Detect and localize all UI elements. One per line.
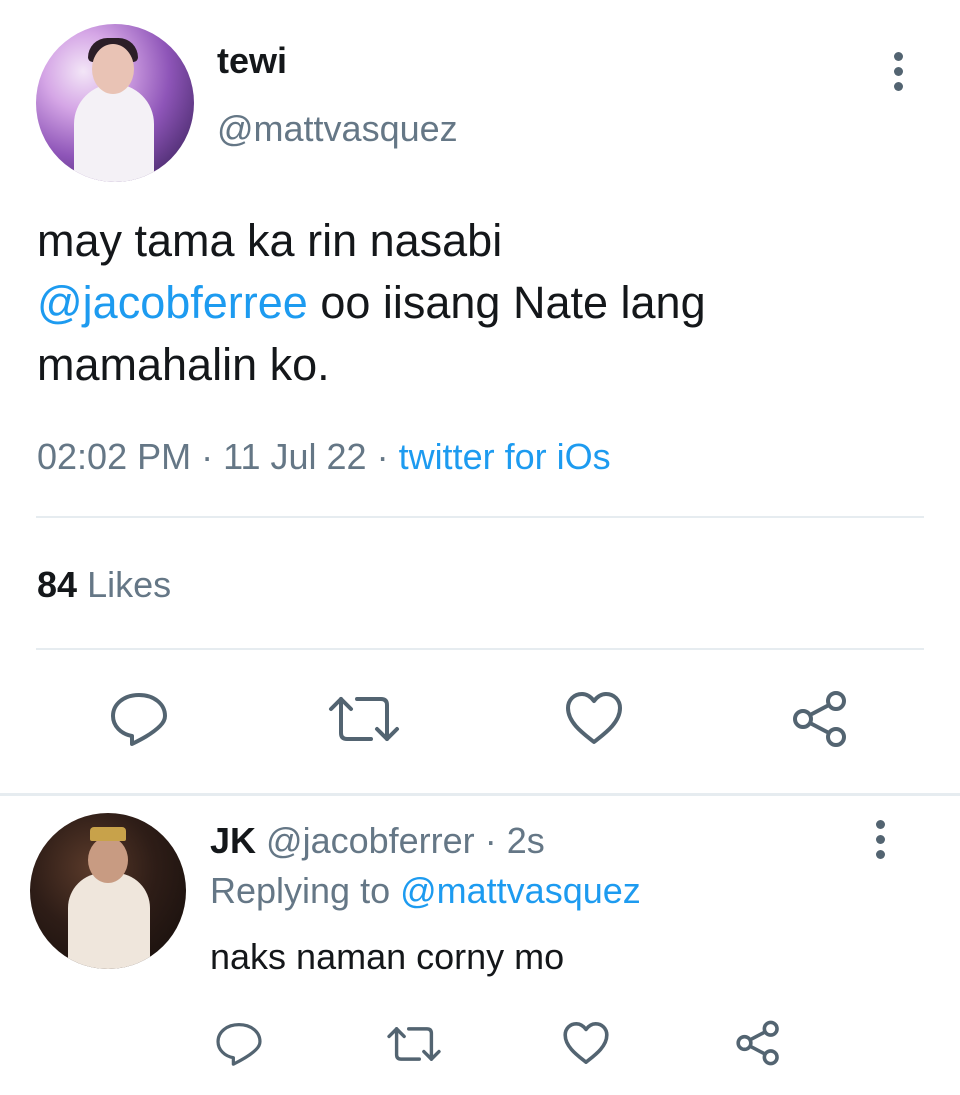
avatar-crown [90, 827, 126, 841]
tweet-metadata: 02:02 PM · 11 Jul 22 · twitter for iOs [37, 436, 611, 477]
author-avatar[interactable] [36, 24, 194, 182]
replying-to-link[interactable]: @mattvasquez [400, 870, 641, 911]
tweet-text-line3: mamahalin ko. [37, 339, 330, 390]
retweet-icon[interactable] [327, 693, 401, 745]
likes-number: 84 [37, 564, 78, 605]
reply-author-handle[interactable]: @jacobferrer [266, 820, 475, 861]
avatar-figure [74, 84, 154, 182]
tweet-text-line2: oo iisang Nate lang [307, 277, 706, 328]
retweet-icon[interactable] [386, 1024, 442, 1064]
likes-count[interactable]: 84 Likes [37, 564, 171, 606]
reply-text: naks naman corny mo [210, 936, 565, 977]
avatar-figure [68, 873, 150, 969]
reply-age: 2s [506, 820, 545, 861]
author-handle[interactable]: @mattvasquez [217, 108, 458, 150]
author-display-name[interactable]: tewi [217, 40, 287, 82]
replying-to-label: Replying to [210, 870, 391, 911]
reply-author-name[interactable]: JK [210, 820, 256, 861]
heart-icon[interactable] [562, 1020, 610, 1066]
tweet-text-line1: may tama ka rin nasabi [37, 215, 503, 266]
avatar-head [88, 837, 128, 883]
divider [36, 648, 924, 650]
tweet-text: may tama ka rin nasabi @jacobferree oo i… [37, 210, 917, 396]
more-vertical-icon[interactable] [866, 820, 894, 870]
tweet-source-link[interactable]: twitter for iOs [399, 436, 611, 477]
section-divider [0, 793, 960, 796]
tweet-time: 02:02 PM [37, 436, 192, 477]
reply-header: JK @jacobferrer · 2s [210, 820, 545, 861]
more-vertical-icon[interactable] [884, 52, 912, 102]
tweet-date: 11 Jul 22 [223, 436, 367, 477]
share-icon[interactable] [790, 690, 850, 748]
divider [36, 516, 924, 518]
replying-to: Replying to @mattvasquez [210, 870, 641, 912]
avatar-head [92, 44, 134, 94]
share-icon[interactable] [734, 1020, 782, 1066]
comment-icon[interactable] [214, 1020, 264, 1068]
tweet-mention-link[interactable]: @jacobferree [37, 277, 308, 328]
heart-icon[interactable] [564, 690, 624, 746]
comment-icon[interactable] [108, 690, 170, 748]
likes-label: Likes [87, 564, 172, 605]
reply-author-avatar[interactable] [30, 813, 186, 969]
